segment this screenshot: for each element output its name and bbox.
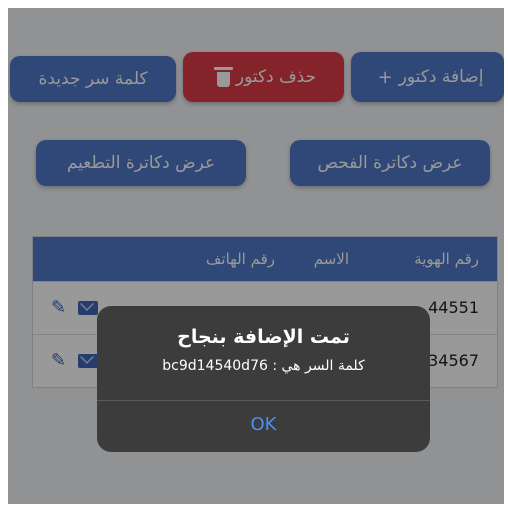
app-screen: إضافة دكتور + حذف دكتور كلمة سر جديدة عر… — [8, 8, 504, 504]
ok-button[interactable]: OK — [97, 414, 430, 435]
alert-message: كلمة السر هي : bc9d14540d76 — [162, 358, 365, 374]
success-alert: تمت الإضافة بنجاح كلمة السر هي : bc9d145… — [97, 306, 430, 452]
alert-title: تمت الإضافة بنجاح — [177, 326, 350, 348]
alert-divider — [97, 400, 430, 401]
